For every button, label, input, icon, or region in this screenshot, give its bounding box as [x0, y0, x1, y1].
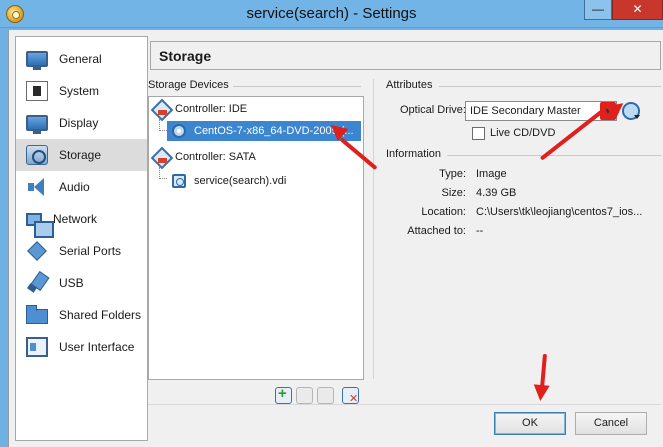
remove-controller-icon[interactable]: [296, 387, 313, 404]
sidebar-item-system[interactable]: System: [16, 75, 147, 107]
info-attached-label: Attached to:: [407, 225, 466, 237]
info-location-label: Location:: [421, 206, 466, 218]
info-location-value: C:\Users\tk\leojiang\centos7_ios...: [476, 206, 643, 218]
button-separator: [148, 404, 661, 405]
info-type-value: Image: [476, 168, 507, 180]
settings-dialog: General System Display Storage Audio Net…: [8, 30, 663, 447]
info-size-value: 4.39 GB: [476, 187, 517, 199]
info-type-label: Type:: [439, 168, 466, 180]
network-icon: [26, 212, 54, 238]
sidebar-item-label: Audio: [59, 180, 90, 194]
controller-icon: [153, 150, 169, 164]
sidebar-item-label: System: [59, 84, 100, 98]
sidebar-item-display[interactable]: Display: [16, 107, 147, 139]
sidebar-item-label: General: [59, 52, 102, 66]
page-header: Storage: [150, 41, 661, 70]
hard-disk-icon: [172, 174, 186, 188]
sidebar-item-usb[interactable]: USB: [16, 267, 147, 299]
group-divider: [231, 86, 361, 87]
live-cd-label: Live CD/DVD: [490, 127, 556, 139]
info-attached-value: --: [476, 225, 484, 237]
tree-item-service-vdi[interactable]: service(search).vdi: [172, 171, 286, 191]
monitor-icon: [26, 51, 48, 70]
close-button[interactable]: ✕: [612, 0, 663, 20]
storage-icon: [26, 145, 48, 165]
tree-item-controller-ide[interactable]: Controller: IDE: [153, 99, 247, 119]
page-title: Storage: [159, 48, 212, 64]
tree-item-label: Controller: SATA: [175, 151, 256, 163]
ok-button[interactable]: OK: [494, 412, 566, 435]
information-heading: Information: [386, 148, 446, 160]
display-icon: [26, 115, 48, 134]
storage-tree[interactable]: Controller: IDE CentOS-7-x86_64-DVD-2009…: [148, 96, 364, 380]
remove-attachment-icon[interactable]: [342, 387, 359, 405]
sidebar-item-network[interactable]: Network: [16, 203, 147, 238]
sidebar-item-user-interface[interactable]: User Interface: [16, 331, 147, 363]
attributes-heading: Attributes: [386, 79, 437, 91]
speaker-icon: [26, 177, 48, 197]
group-divider: [447, 155, 661, 156]
tree-item-controller-sata[interactable]: Controller: SATA: [153, 147, 256, 167]
optical-drive-value: IDE Secondary Master: [470, 105, 581, 117]
sidebar-item-shared-folders[interactable]: Shared Folders: [16, 299, 147, 331]
sidebar-item-label: Storage: [59, 148, 102, 162]
tree-connector: [159, 167, 167, 179]
info-size-label: Size:: [441, 187, 466, 199]
add-attachment-icon[interactable]: [317, 387, 334, 404]
minimize-button[interactable]: —: [584, 0, 612, 20]
chip-icon: [26, 81, 48, 101]
tree-item-label: Controller: IDE: [175, 103, 248, 115]
sidebar-item-serial-ports[interactable]: Serial Ports: [16, 235, 147, 267]
sidebar-item-audio[interactable]: Audio: [16, 171, 147, 203]
controller-icon: [153, 102, 169, 116]
group-divider: [439, 86, 661, 87]
storage-devices-heading: Storage Devices: [148, 79, 233, 91]
sidebar-item-label: Network: [53, 212, 98, 226]
window-title: service(search) - Settings: [246, 5, 417, 22]
tree-connector: [159, 119, 167, 131]
sidebar-item-label: USB: [59, 276, 84, 290]
folder-icon: [26, 305, 48, 324]
title-bar: service(search) - Settings — ✕: [0, 0, 663, 28]
sidebar-item-label: Serial Ports: [59, 244, 122, 258]
sidebar-item-storage[interactable]: Storage: [16, 139, 147, 171]
optical-disc-icon: [172, 124, 186, 138]
live-cd-checkbox[interactable]: [472, 127, 485, 140]
cancel-button[interactable]: Cancel: [575, 412, 647, 435]
annotation-arrow-head: [532, 384, 550, 402]
tree-item-label: service(search).vdi: [194, 175, 287, 187]
sidebar-item-label: User Interface: [59, 340, 135, 354]
serial-port-icon: [27, 241, 47, 261]
usb-icon: [26, 273, 48, 293]
user-interface-icon: [26, 337, 48, 357]
sidebar-item-general[interactable]: General: [16, 43, 147, 75]
pane-divider: [373, 79, 374, 379]
sidebar-item-label: Display: [59, 116, 99, 130]
optical-drive-label: Optical Drive:: [399, 104, 466, 116]
sidebar-item-label: Shared Folders: [59, 308, 142, 322]
add-controller-icon[interactable]: [275, 385, 292, 404]
settings-category-list: General System Display Storage Audio Net…: [15, 36, 148, 441]
